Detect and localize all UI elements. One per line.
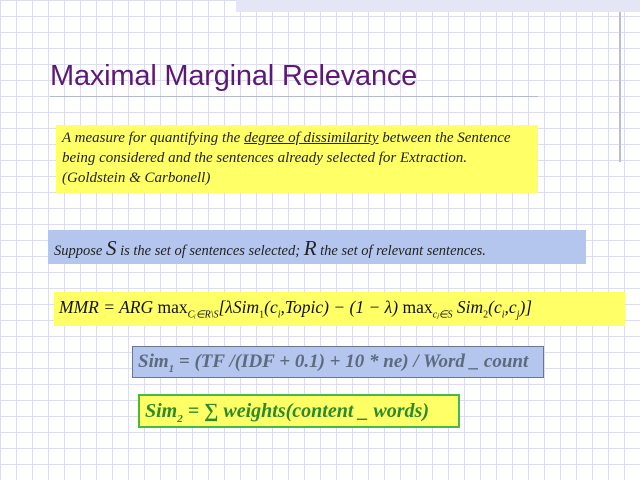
mmr-formula-part-g: ,c (504, 297, 517, 317)
mmr-formula-part-h: )] (519, 297, 533, 317)
mmr-formula-part-c: (c (264, 297, 278, 317)
supposition-text-2: is the set of sentences selected; (116, 243, 304, 259)
mmr-formula-part-d: ,Topic) − (1 − λ) (280, 297, 403, 317)
title-underline (50, 96, 538, 97)
mmr-formula-part-f: (c (488, 297, 502, 317)
definition-box: A measure for quantifying the degree of … (56, 125, 538, 193)
mmr-formula-part-e: Sim (452, 297, 484, 317)
definition-underlined-term: degree of dissimilarity (244, 130, 379, 146)
set-r-symbol: R (303, 236, 317, 260)
sim1-expression: = (TF /(IDF + 0.1) + 10 * ne) / Word _ c… (174, 351, 529, 372)
sim1-formula: Sim1 = (TF /(IDF + 0.1) + 10 * ne) / Wor… (132, 346, 544, 378)
mmr-max-2: max (402, 297, 433, 317)
supposition-box: Suppose S is the set of sentences select… (48, 230, 586, 264)
mmr-max-1: max (157, 297, 188, 317)
mmr-formula: MMR = ARG maxCᵢ∈R\S[λSim1(ci,Topic) − (1… (54, 292, 625, 326)
right-decoration-rule (619, 12, 621, 162)
mmr-formula-part-b: [λSim (218, 297, 260, 317)
mmr-max-1-subscript: Cᵢ∈R\S (187, 309, 219, 321)
sim2-expression: = ∑ weights(content _ words) (182, 400, 429, 422)
mmr-formula-lhs: MMR = ARG (59, 297, 158, 317)
sim2-label: Sim (145, 400, 178, 422)
top-decoration-band (236, 0, 640, 12)
sim1-label: Sim (138, 351, 169, 372)
set-s-symbol: S (105, 236, 117, 260)
supposition-text-3: the set of relevant sentences. (316, 243, 486, 259)
slide-title: Maximal Marginal Relevance (50, 60, 418, 92)
definition-text-1: A measure for quantifying the (62, 130, 245, 146)
mmr-max-2-subscript: cⱼ∈S (432, 309, 453, 321)
supposition-text-1: Suppose (54, 243, 106, 259)
sim2-formula: Sim2 = ∑ weights(content _ words) (138, 394, 460, 428)
